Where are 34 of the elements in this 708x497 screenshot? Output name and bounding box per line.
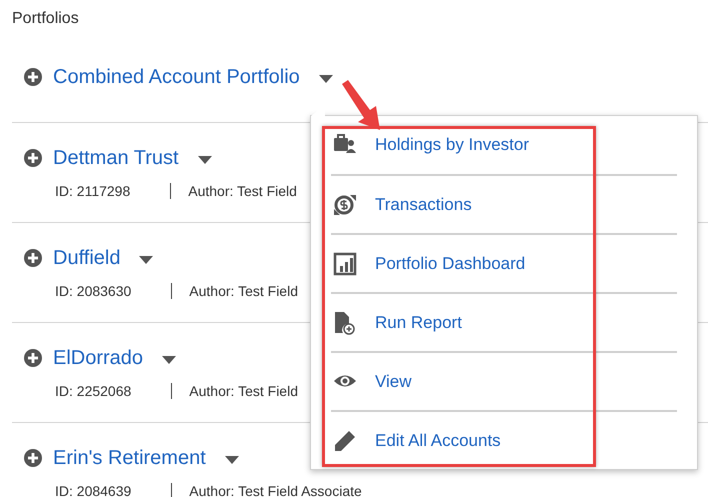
portfolio-link[interactable]: Erin's Retirement <box>53 446 206 470</box>
portfolio-id: ID: 2083630 <box>55 283 132 299</box>
menu-item[interactable]: Holdings by Investor <box>375 135 530 155</box>
menu-item[interactable]: View <box>375 372 412 392</box>
portfolio-link[interactable]: Dettman Trust <box>53 146 179 170</box>
portfolio-link[interactable]: ElDorrado <box>53 346 144 370</box>
portfolio-id: ID: 2117298 <box>55 183 130 199</box>
portfolio-author: Author: Test Field <box>188 183 297 199</box>
caret-icon[interactable] <box>162 356 176 364</box>
caret-icon[interactable] <box>198 156 212 164</box>
portfolio-link[interactable]: Combined Account Portfolio <box>53 66 300 88</box>
portfolio-id: ID: 2252068 <box>55 383 132 399</box>
expand-icon[interactable] <box>24 449 42 467</box>
menu-item[interactable]: Transactions <box>375 194 472 214</box>
portfolio-author: Author: Test Field <box>189 283 298 299</box>
section-heading: Portfolios <box>11 9 80 29</box>
expand-icon[interactable] <box>24 149 42 167</box>
portfolio-author: Author: Test Field <box>189 383 298 399</box>
caret-icon[interactable] <box>318 74 333 82</box>
menu-item[interactable]: Portfolio Dashboard <box>375 254 526 274</box>
expand-icon[interactable] <box>24 249 42 267</box>
document-plus-icon <box>333 310 357 334</box>
dollar-exchange-icon <box>333 192 357 216</box>
expand-icon[interactable] <box>24 349 42 367</box>
expand-icon[interactable] <box>24 68 42 86</box>
portfolio-author: Author: Test Field Associate <box>189 483 362 497</box>
caret-icon[interactable] <box>139 256 154 264</box>
portfolio-id: ID: 2084639 <box>55 483 132 497</box>
caret-icon[interactable] <box>224 456 239 464</box>
bar-chart-icon <box>333 252 357 276</box>
menu-item[interactable]: Run Report <box>375 312 462 332</box>
pencil-icon <box>333 428 357 452</box>
menu-item[interactable]: Edit All Accounts <box>375 430 501 450</box>
portfolio-link[interactable]: Duffield <box>53 246 120 270</box>
